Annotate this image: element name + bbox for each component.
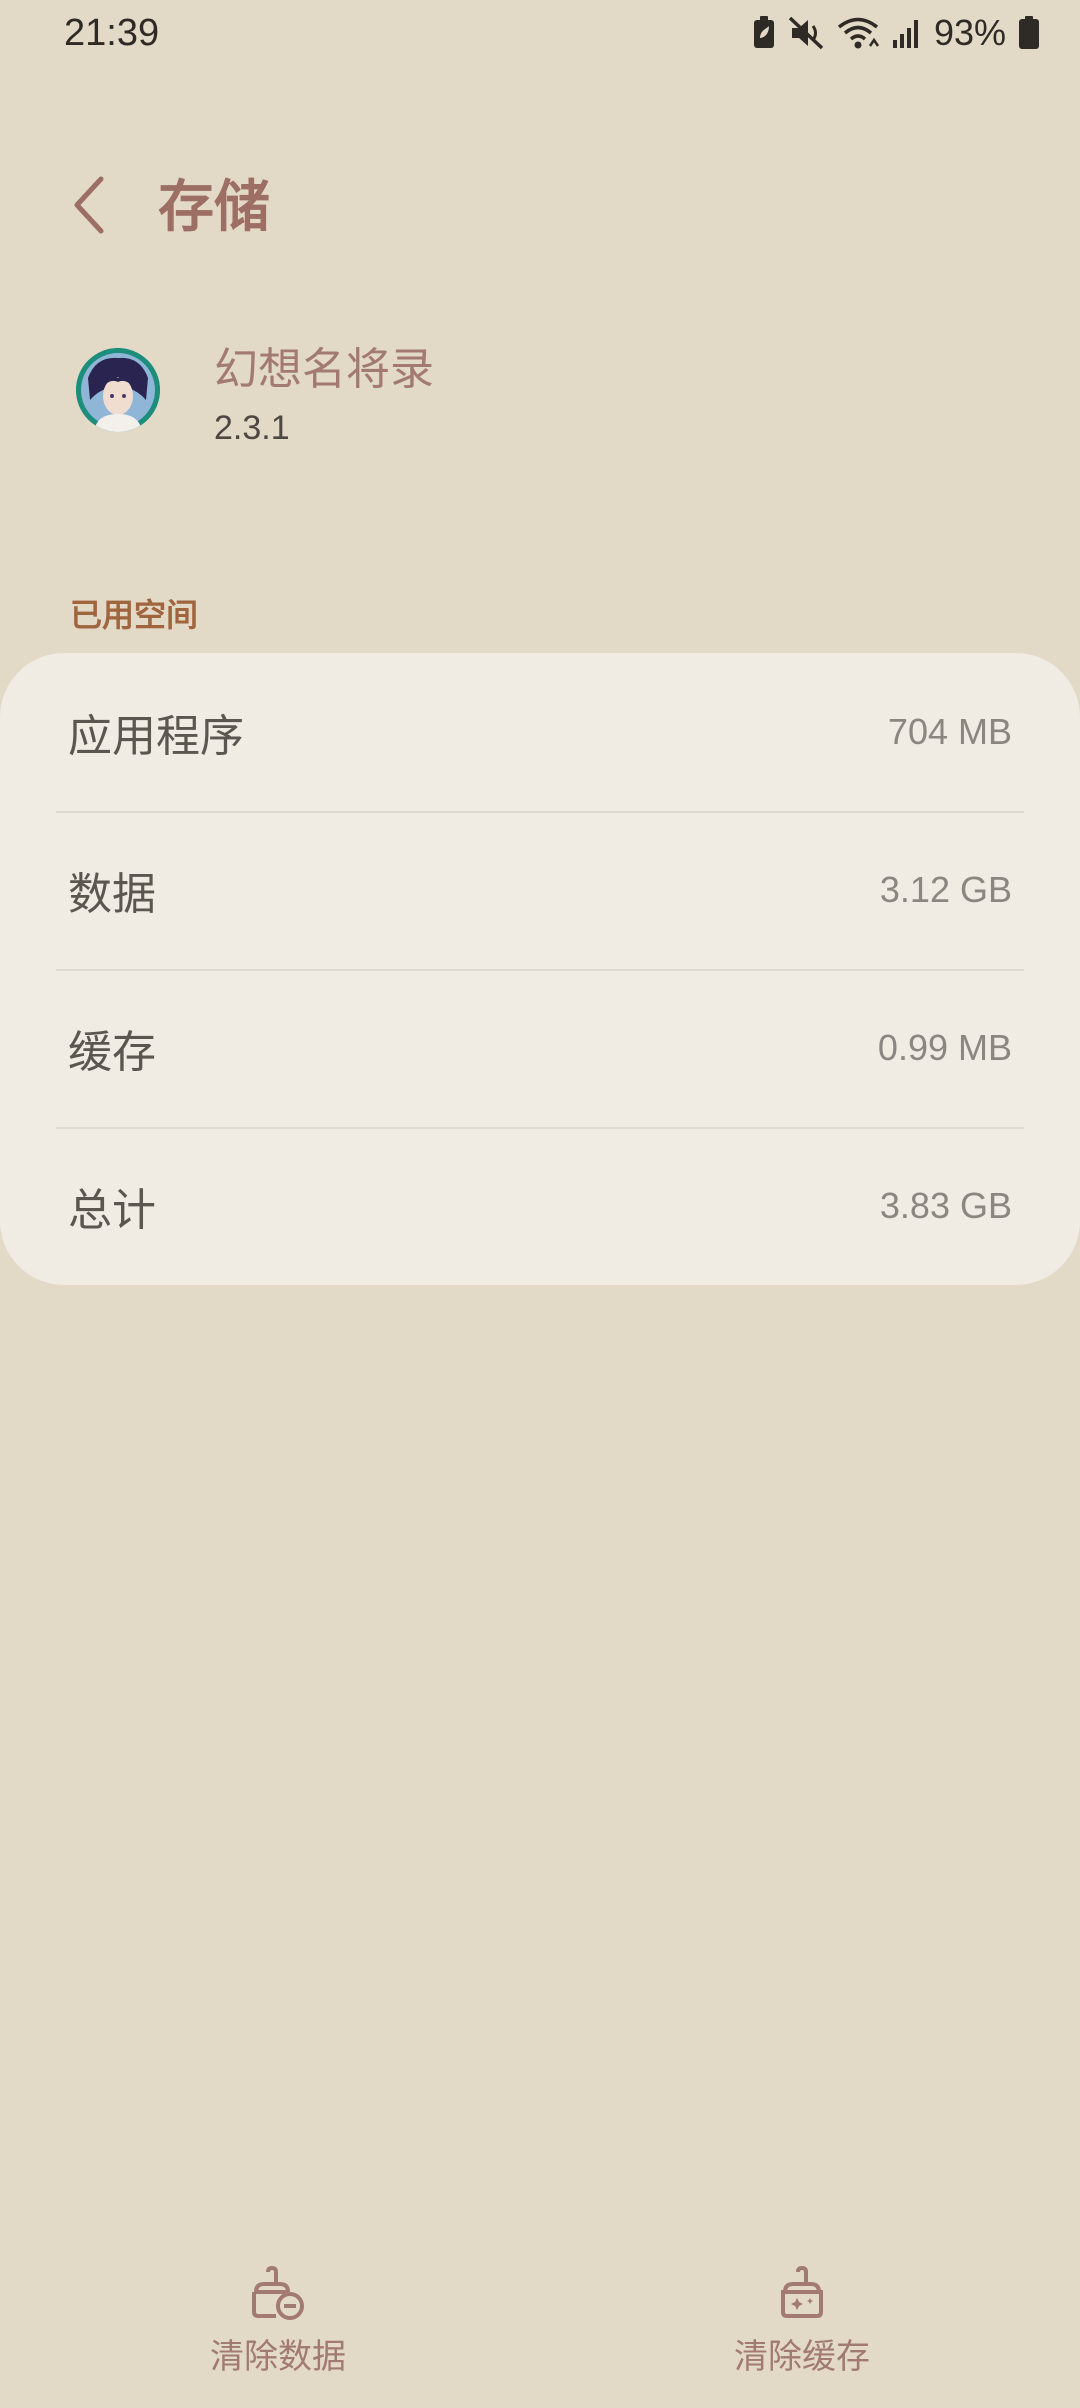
clear-data-label: 清除数据: [210, 2337, 346, 2377]
status-time: 21:39: [64, 12, 160, 54]
app-version: 2.3.1: [214, 409, 290, 447]
storage-card: 应用程序 704 MB 数据 3.12 GB 缓存 0.99 MB 总计 3.8…: [0, 653, 1080, 1285]
signal-icon: [892, 16, 922, 50]
wifi-icon: [836, 16, 880, 50]
battery-icon: [1018, 16, 1040, 50]
app-icon: [76, 348, 160, 432]
status-icons: 93%: [752, 8, 1040, 58]
row-value: 3.12 GB: [879, 869, 1012, 910]
battery-saver-icon: [752, 16, 776, 50]
clear-data-icon: [248, 2265, 308, 2326]
clear-cache-icon: [777, 2265, 827, 2326]
page-title: 存储: [158, 175, 270, 240]
storage-row-data: 数据 3.12 GB: [0, 811, 1080, 969]
clear-cache-label: 清除缓存: [734, 2337, 870, 2377]
clear-cache-button[interactable]: 清除缓存: [672, 2250, 932, 2390]
storage-row-total: 总计 3.83 GB: [0, 1127, 1080, 1285]
row-value: 3.83 GB: [879, 1185, 1012, 1226]
storage-row-cache: 缓存 0.99 MB: [0, 969, 1080, 1127]
row-value: 0.99 MB: [877, 1027, 1012, 1068]
battery-percent: 93%: [933, 12, 1006, 53]
row-label: 缓存: [68, 1027, 156, 1078]
row-label: 应用程序: [68, 711, 244, 762]
status-bar: 21:39 93%: [0, 0, 1080, 66]
app-name: 幻想名将录: [214, 344, 434, 395]
row-label: 数据: [68, 869, 156, 920]
mute-icon: [788, 16, 824, 50]
chevron-left-icon: [74, 176, 104, 234]
section-title: 已用空间: [70, 596, 199, 634]
row-label: 总计: [68, 1185, 156, 1236]
storage-row-app: 应用程序 704 MB: [0, 653, 1080, 811]
clear-data-button[interactable]: 清除数据: [148, 2250, 408, 2390]
back-button[interactable]: [54, 160, 124, 250]
row-value: 704 MB: [887, 711, 1012, 752]
